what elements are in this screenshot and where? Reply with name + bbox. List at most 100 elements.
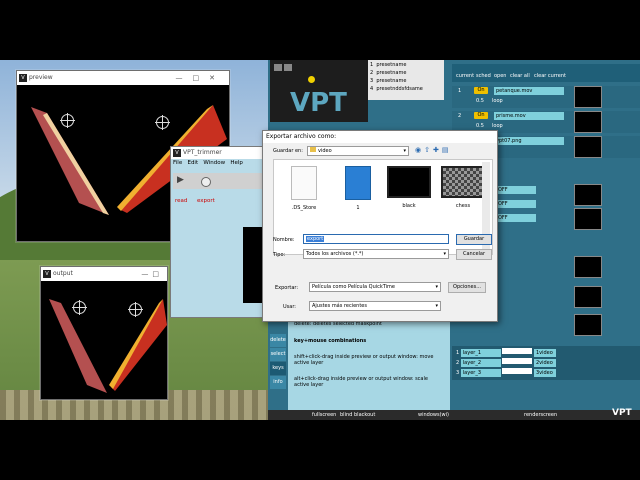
scrub-handle[interactable] [201,177,211,187]
export-button[interactable]: export [197,198,215,204]
layer-list: 1 layer_1 1video 2 layer_2 2video 3 laye… [452,346,640,380]
header-button-clear-all[interactable]: clear all [510,73,530,79]
read-button[interactable]: read [175,198,187,204]
layer-1-thumbnail [574,86,602,108]
vpt-app-icon: V [19,74,27,82]
play-icon[interactable]: ▶ [177,175,184,185]
cancel-button[interactable]: Cancelar [456,249,492,260]
up-folder-icon[interactable]: ⇧ [424,146,433,154]
export-format-select[interactable]: Película como Película QuickTime ▾ [309,282,441,292]
window-controls[interactable]: —□✕ [176,71,225,85]
vpt-app-icon: V [43,270,51,278]
export-label: Exportar: [275,285,299,291]
shape-left-edge [43,113,109,215]
fullscreen-toggle[interactable]: fullscreen [312,412,336,418]
layer-list-item[interactable]: 2 layer_2 2video [456,358,556,368]
off-field[interactable]: OFF [496,186,536,194]
chevron-down-icon: ▾ [403,148,406,154]
folder-icon [310,147,316,152]
movie-file-icon [345,166,371,200]
layer-3-thumbnail [574,136,602,158]
thumbnail [574,184,602,206]
layer-list-item[interactable]: 1 layer_1 1video [456,348,556,358]
preset-item[interactable]: 4 presetnddsfdsame [370,85,423,93]
vpt-logo-area: VPT [270,60,368,122]
header-button-clear-current[interactable]: clear current [534,73,566,79]
back-icon[interactable]: ◉ [415,146,424,154]
chevron-down-icon: ▾ [443,251,446,257]
layer-2-on-button[interactable]: On [474,112,488,119]
blackout-toggle[interactable]: blackout [354,412,375,418]
thumbnail [574,314,602,336]
preset-list: 1 presetname 2 presetname 3 presetname 4… [368,60,444,100]
help-title: key+mouse combinations [294,338,367,344]
menu-edit[interactable]: Edit [187,160,198,166]
chevron-down-icon: ▾ [435,284,438,290]
file-item[interactable]: .DS_Store [284,166,324,211]
file-item[interactable]: 1 [338,166,378,211]
crosshair-icon[interactable] [60,113,75,128]
vpt-logo: VPT [290,88,347,118]
save-button[interactable]: Guardar [456,234,492,245]
thumbnail [574,208,602,230]
off-field[interactable]: OFF [496,214,536,222]
export-dialog: Exportar archivo como: Guardar en: video… [262,130,498,322]
tab-delete[interactable]: delete [270,334,286,347]
document-icon [291,166,317,200]
options-button[interactable]: Opciones... [448,282,486,293]
tab-select[interactable]: select [270,348,286,361]
vpt-app-icon: V [173,149,181,157]
output-title: output [53,270,73,277]
header-button-sched[interactable]: sched [476,73,491,79]
transport-bar: ▶ [173,173,263,189]
menu-window[interactable]: Window [203,160,225,166]
preset-item[interactable]: 2 presetname [370,69,423,77]
output-titlebar: V output —□ [41,267,167,281]
file-item[interactable]: chess [438,166,488,209]
renderscreen-label[interactable]: renderscreen [524,412,557,418]
file-type-select[interactable]: Todos los archivos (*.*) ▾ [303,249,449,259]
preview-title: preview [29,74,53,81]
trimmer-menubar: File Edit Window Help [173,160,243,166]
tab-info[interactable]: info [270,376,286,389]
filename-input[interactable]: export [303,234,449,244]
film-black-icon [387,166,431,198]
preview-titlebar: V preview —□✕ [17,71,229,85]
vpt-bottom-bar: fullscreen blind blackout windows(wi) re… [268,408,640,420]
thumbnail [574,256,602,278]
tab-keys[interactable]: keys [270,362,286,375]
menu-help[interactable]: Help [230,160,243,166]
trimmer-window: V VPT_trimmer File Edit Window Help ▶ re… [170,146,268,318]
header-button-open[interactable]: open [494,73,506,79]
preset-item[interactable]: 3 presetname [370,77,423,85]
layer-2-file-field[interactable]: prisme.mov [494,112,564,120]
help-panel: delete: deletes selected maskpoint key+m… [288,318,450,413]
menu-file[interactable]: File [173,160,182,166]
layer-list-item[interactable]: 3 layer_3 3video [456,368,556,378]
layer-1-file-field[interactable]: petanque.mov [494,87,564,95]
off-field[interactable]: OFF [496,200,536,208]
windows-label[interactable]: windows(wi) [418,412,449,418]
toolbar-button[interactable] [284,64,292,71]
file-item[interactable]: black [384,166,434,209]
window-controls[interactable]: —□ [141,267,163,281]
layer-2-thumbnail [574,111,602,133]
dialog-title: Exportar archivo como: [263,131,497,143]
chevron-down-icon: ▾ [435,303,438,309]
output-canvas [49,299,167,393]
help-line: alt+click-drag inside preview or output … [294,376,428,388]
layer-3-file-field[interactable]: vpt07.png [494,137,564,145]
nav-toolbar[interactable]: ◉⇧✚▤ [415,146,451,154]
save-in-combo[interactable]: video ▾ [307,146,409,156]
crosshair-icon[interactable] [155,115,170,130]
layer-1-on-button[interactable]: On [474,87,488,94]
thumbnail [574,286,602,308]
preset-indicator[interactable] [308,76,315,83]
header-button-current[interactable]: current [456,73,474,79]
toolbar-button[interactable] [274,64,282,71]
use-settings-select[interactable]: Ajustes más recientes ▾ [309,301,441,311]
new-folder-icon[interactable]: ✚ [433,146,442,154]
view-menu-icon[interactable]: ▤ [442,146,452,154]
preset-item[interactable]: 1 presetname [370,61,423,69]
blind-toggle[interactable]: blind [340,412,352,418]
